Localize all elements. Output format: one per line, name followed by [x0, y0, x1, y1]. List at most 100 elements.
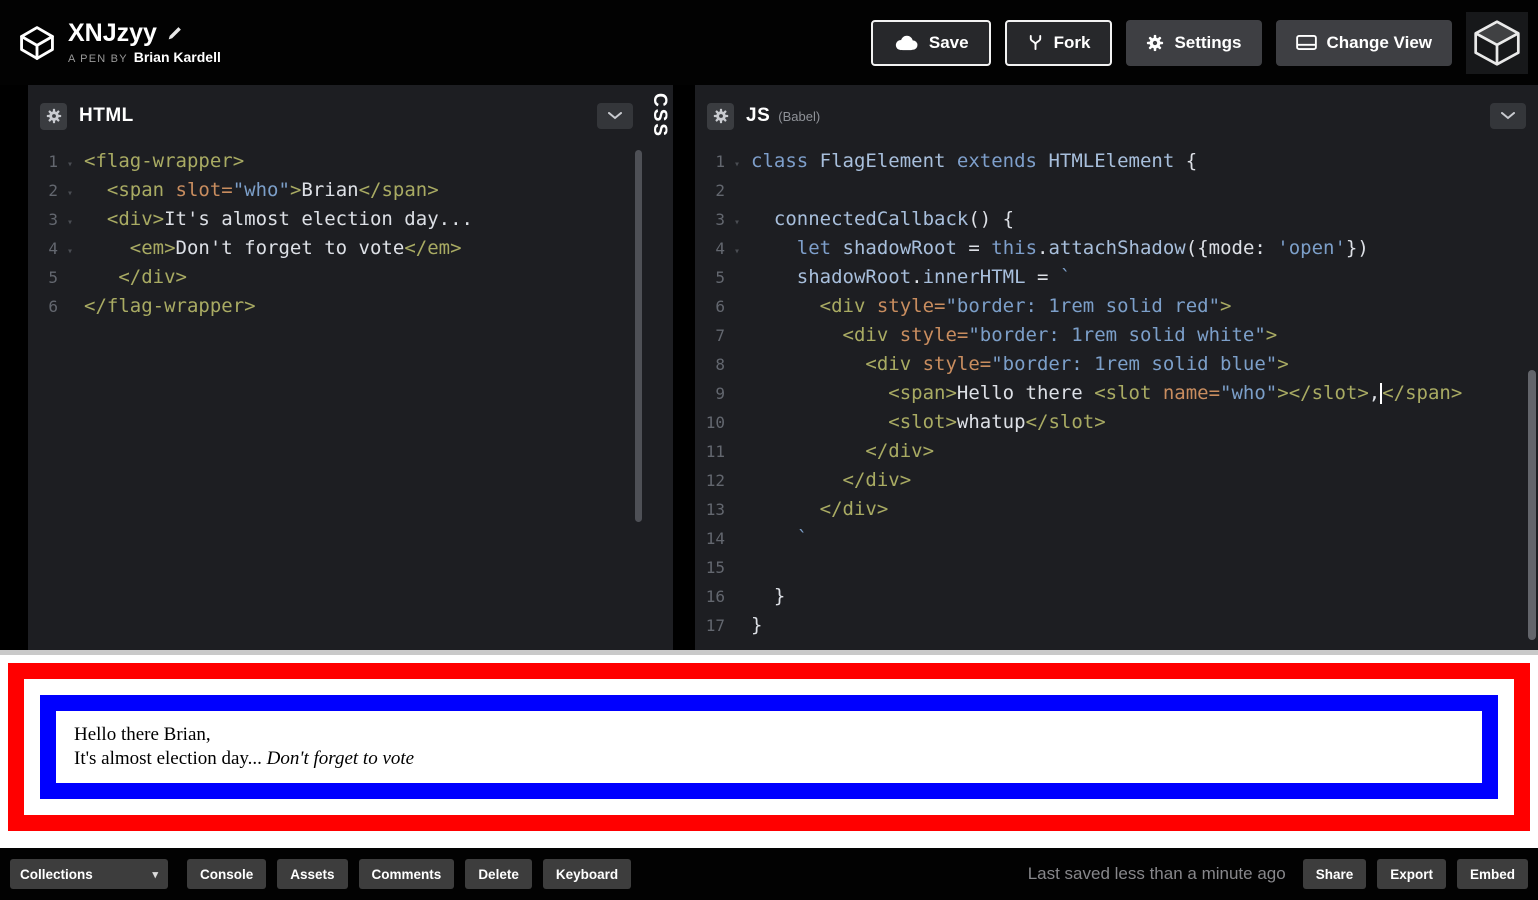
css-editor-title: CSS: [649, 93, 670, 139]
byline-prefix: A PEN BY: [68, 52, 128, 65]
html-editor-settings-button[interactable]: [40, 102, 67, 130]
preview-message-line: It's almost election day... Don't forget…: [74, 747, 1464, 771]
codepen-logo-icon[interactable]: [18, 24, 56, 62]
code-text: <div style="border: 1rem solid white">: [842, 324, 1278, 346]
flag-content: Hello there Brian, It's almost election …: [56, 711, 1482, 783]
code-line: 12 </div>: [695, 466, 1538, 495]
delete-button[interactable]: Delete: [465, 859, 532, 889]
code-text: </div>: [842, 469, 912, 491]
dropdown-caret-icon: ▾: [152, 868, 158, 881]
line-number: 11: [705, 442, 725, 461]
line-number: 16: [705, 587, 725, 606]
save-button[interactable]: Save: [870, 19, 991, 66]
collections-label: Collections: [20, 866, 93, 882]
code-line: 11 </div>: [695, 437, 1538, 466]
line-number: 8: [715, 355, 725, 374]
code-text: class FlagElement extends HTMLElement {: [751, 150, 1198, 172]
footer-bar: Collections ▾ Console Assets Comments De…: [0, 848, 1538, 900]
fork-button[interactable]: Fork: [1004, 19, 1113, 66]
fold-arrow-icon[interactable]: ▾: [725, 150, 749, 179]
line-number: 13: [705, 500, 725, 519]
comments-button[interactable]: Comments: [358, 859, 455, 889]
code-line: 13 </div>: [695, 495, 1538, 524]
code-line: 17}: [695, 611, 1538, 640]
html-collapse-button[interactable]: [597, 103, 633, 129]
code-text: connectedCallback() {: [773, 208, 1015, 230]
code-text: <div style="border: 1rem solid blue">: [865, 353, 1289, 375]
code-line: 3 ▾ <div>It's almost election day...: [28, 205, 645, 234]
collections-dropdown[interactable]: Collections ▾: [10, 859, 168, 889]
settings-button[interactable]: Settings: [1126, 19, 1262, 66]
preview-pane: Hello there Brian, It's almost election …: [0, 650, 1538, 848]
line-number: 2: [48, 181, 58, 200]
code-text: <div>It's almost election day...: [106, 208, 473, 230]
fold-arrow-icon[interactable]: ▾: [58, 150, 82, 179]
share-button[interactable]: Share: [1302, 859, 1367, 889]
code-line: 4 ▾ let shadowRoot = this.attachShadow({m…: [695, 234, 1538, 263]
fold-arrow-icon[interactable]: ▾: [725, 208, 749, 237]
line-number: 6: [48, 297, 58, 316]
embed-button[interactable]: Embed: [1456, 859, 1528, 889]
code-line: 14 `: [695, 524, 1538, 553]
profile-avatar[interactable]: [1466, 11, 1528, 74]
fold-arrow-icon[interactable]: ▾: [58, 208, 82, 237]
js-editor-settings-button[interactable]: [707, 102, 734, 130]
edit-title-icon[interactable]: [167, 26, 182, 41]
code-text: shadowRoot.innerHTML = `: [796, 266, 1072, 288]
code-line: 1 ▾ class FlagElement extends HTMLElement …: [695, 147, 1538, 176]
code-line: 2 ▾ <span slot="who">Brian</span>: [28, 176, 645, 205]
line-number: 4: [48, 239, 58, 258]
code-line: 2: [695, 176, 1538, 205]
save-label: Save: [928, 32, 969, 52]
fold-arrow-icon[interactable]: ▾: [725, 237, 749, 266]
html-code-area[interactable]: 1 ▾ <flag-wrapper> 2 ▾ <span slot="who">Bria…: [28, 139, 645, 321]
author-link[interactable]: Brian Kardell: [134, 49, 221, 65]
brand-block: XNJzyy A PEN BY Brian Kardell: [18, 20, 221, 65]
change-view-button[interactable]: Change View: [1275, 19, 1452, 66]
line-number: 3: [48, 210, 58, 229]
js-editor-sublabel: (Babel): [778, 108, 821, 124]
code-text: <div style="border: 1rem solid red">: [819, 295, 1232, 317]
fold-arrow-icon[interactable]: ▾: [58, 179, 82, 208]
line-number: 4: [715, 239, 725, 258]
gear-icon: [1146, 34, 1164, 52]
line-number: 10: [705, 413, 725, 432]
code-text: <slot>whatup</slot>: [888, 411, 1106, 433]
keyboard-button[interactable]: Keyboard: [542, 859, 632, 889]
fold-arrow-icon[interactable]: ▾: [58, 237, 82, 266]
flag-white-border: Hello there Brian, It's almost election …: [24, 679, 1514, 815]
code-text: <span>Hello there <slot name="who"></slo…: [888, 382, 1463, 404]
code-line: 3 ▾ connectedCallback() {: [695, 205, 1538, 234]
js-editor-scrollbar[interactable]: [1528, 370, 1536, 640]
js-editor-header: JS (Babel): [695, 85, 1538, 139]
code-line: 4 ▾ <em>Don't forget to vote</em>: [28, 234, 645, 263]
code-text: </div>: [819, 498, 889, 520]
export-button[interactable]: Export: [1377, 859, 1446, 889]
code-text: <flag-wrapper>: [84, 150, 245, 172]
settings-label: Settings: [1174, 32, 1242, 52]
last-saved-status: Last saved less than a minute ago: [1027, 864, 1286, 883]
console-button[interactable]: Console: [187, 859, 267, 889]
assets-button[interactable]: Assets: [277, 859, 348, 889]
line-number: 6: [715, 297, 725, 316]
code-text: </div>: [865, 440, 935, 462]
line-number: 3: [715, 210, 725, 229]
code-line: 15: [695, 553, 1538, 582]
fork-label: Fork: [1053, 32, 1091, 52]
code-text: let shadowRoot = this.attachShadow({mode…: [796, 237, 1369, 259]
code-line: 1 ▾ <flag-wrapper>: [28, 147, 645, 176]
title-block: XNJzyy A PEN BY Brian Kardell: [68, 20, 221, 65]
code-line: 5 </div>: [28, 263, 645, 292]
line-number: 15: [705, 558, 725, 577]
code-text: </flag-wrapper>: [84, 295, 256, 317]
code-text: }: [751, 614, 763, 636]
code-line: 8 <div style="border: 1rem solid blue">: [695, 350, 1538, 379]
css-editor-collapsed[interactable]: CSS: [645, 85, 673, 650]
html-editor-scrollbar[interactable]: [635, 150, 642, 522]
top-header: XNJzyy A PEN BY Brian Kardell Save Fork …: [0, 0, 1538, 85]
js-collapse-button[interactable]: [1490, 103, 1526, 129]
code-line: 5 shadowRoot.innerHTML = `: [695, 263, 1538, 292]
js-code-area[interactable]: 1 ▾ class FlagElement extends HTMLElement …: [695, 139, 1538, 640]
preview-emphasis: Don't forget to vote: [266, 748, 415, 769]
